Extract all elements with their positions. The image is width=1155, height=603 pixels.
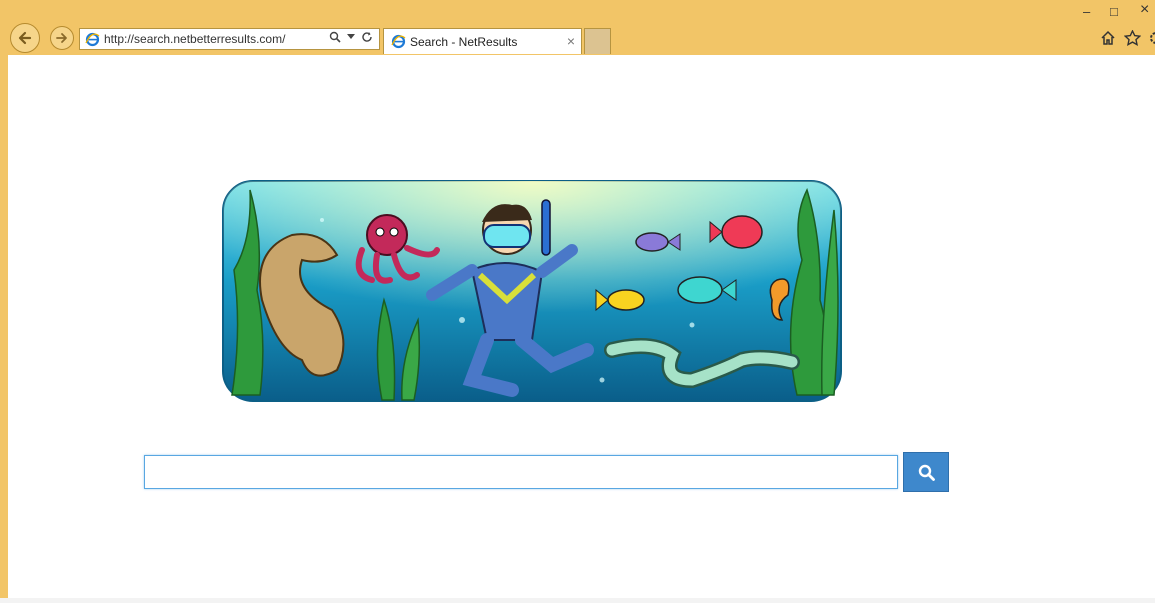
back-button[interactable] <box>10 23 40 53</box>
maximize-button[interactable]: □ <box>1110 4 1118 19</box>
back-icon <box>18 31 32 45</box>
dropdown-icon[interactable] <box>347 34 355 40</box>
search-icon[interactable] <box>329 31 341 43</box>
search-button[interactable] <box>903 452 949 492</box>
forward-button[interactable] <box>50 26 74 50</box>
ie-logo-icon <box>391 34 406 49</box>
page-content <box>8 55 1155 603</box>
address-url[interactable]: http://search.netbetterresults.com/ <box>104 32 285 46</box>
new-tab-button[interactable] <box>584 28 611 54</box>
address-bar[interactable]: http://search.netbetterresults.com/ <box>79 28 380 50</box>
tab-close-button[interactable]: × <box>567 33 575 49</box>
underwater-doodle-banner <box>222 180 842 402</box>
address-actions <box>329 31 373 43</box>
forward-icon <box>56 33 67 43</box>
home-icon[interactable] <box>1100 30 1116 46</box>
refresh-icon[interactable] <box>361 31 373 43</box>
minimize-button[interactable]: – <box>1083 4 1090 19</box>
search-input[interactable] <box>144 455 898 489</box>
status-strip <box>0 598 1155 603</box>
browser-chrome: http://search.netbetterresults.com/ Sear… <box>0 0 1155 56</box>
settings-gear-icon[interactable] <box>1148 30 1155 46</box>
tab-title: Search - NetResults <box>410 35 518 49</box>
close-window-button[interactable]: × <box>1140 1 1149 19</box>
magnifier-icon <box>918 464 935 481</box>
ie-logo-icon <box>85 32 100 47</box>
tab-search-netresults[interactable]: Search - NetResults × <box>383 28 582 54</box>
favorites-star-icon[interactable] <box>1124 30 1141 46</box>
